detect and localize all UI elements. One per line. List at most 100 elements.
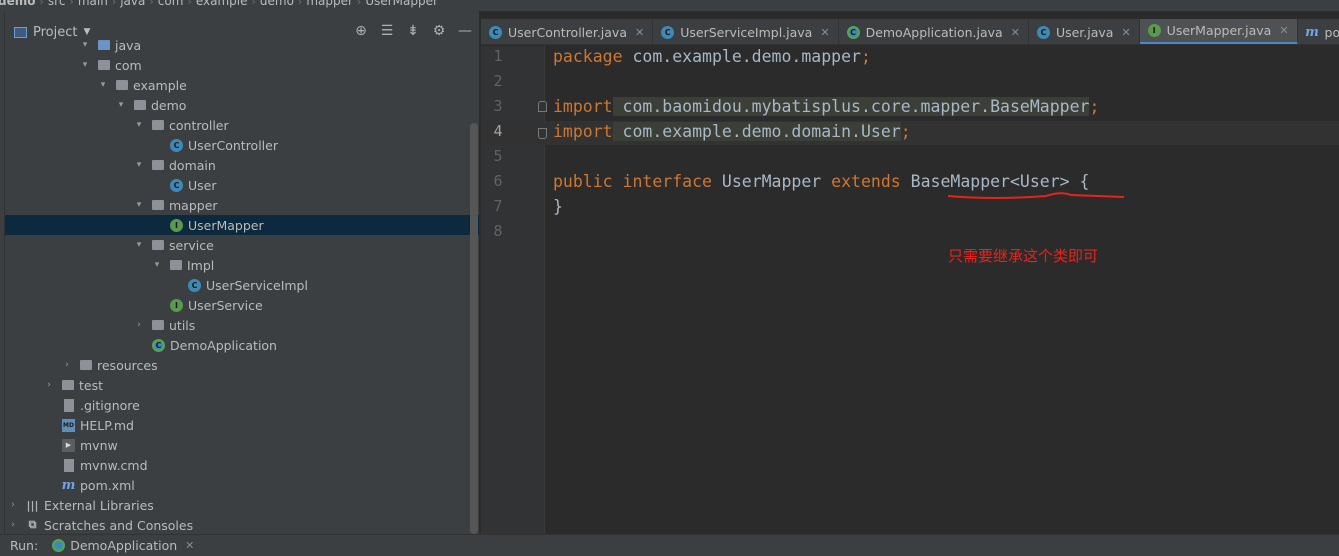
tree-item-demoapplication[interactable]: ›CDemoApplication [5,335,479,355]
breadcrumb-item[interactable]: com [158,0,184,8]
breadcrumb: demo › src › main › java › com › example › demo › mapp… [0,0,442,8]
chevron-down-icon[interactable]: ▾ [134,160,144,170]
tree-scrollbar[interactable] [470,123,478,534]
tree-item-label: UserServiceImpl [206,277,308,293]
breadcrumb-item[interactable]: src [48,0,66,8]
tab-user-java[interactable]: C User.java ✕ [1029,19,1140,44]
chevron-right-icon[interactable]: › [62,360,72,370]
close-icon[interactable]: ✕ [635,26,644,39]
tree-item-impl[interactable]: ▾ Impl [5,255,479,275]
folder-icon [152,320,164,330]
tree-item-help-md[interactable]: ›MDHELP.md [5,415,479,435]
chevron-down-icon[interactable]: ▾ [134,120,144,130]
close-icon[interactable]: ✕ [185,539,194,552]
spring-app-icon: C [152,338,165,352]
folder-icon [152,200,164,210]
tree-item-label: mvnw.cmd [80,457,148,473]
tree-item-demo[interactable]: ▾ demo [5,95,479,115]
tab-userserviceimpl-java[interactable]: C UserServiceImpl.java ✕ [653,19,839,44]
tree-item-utils[interactable]: › utils [5,315,479,335]
breadcrumb-item[interactable]: mapper [306,0,353,8]
file-icon [64,398,74,412]
tree-item-gitignore[interactable]: ›.gitignore [5,395,479,415]
fold-marker-icon[interactable] [538,128,547,139]
tree-item-service[interactable]: ▾ service [5,235,479,255]
breadcrumb-item[interactable]: demo [0,0,35,8]
folder-icon [62,380,74,390]
line-number: 3 [493,97,503,115]
tree-item-resources[interactable]: › resources [5,355,479,375]
close-icon[interactable]: ✕ [820,26,829,39]
tree-item-label: test [79,377,104,393]
tree-item-label: Impl [187,257,215,273]
tree-item-mapper[interactable]: ▾ mapper [5,195,479,215]
tree-item-label: example [133,77,187,93]
fold-marker-icon[interactable] [538,101,547,112]
library-icon: ||| [26,498,39,512]
tree-item-java[interactable]: ▾ java [5,35,479,55]
run-tab-demo-application[interactable]: DemoApplication [70,538,177,553]
chevron-right-icon[interactable]: › [44,380,54,390]
tree-item-usercontroller[interactable]: ›CUserController [5,135,479,155]
tree-item-label: .gitignore [80,397,140,413]
red-underline-annotation [947,192,1125,199]
tree-item-domain[interactable]: ▾ domain [5,155,479,175]
semicolon: ; [860,47,871,66]
code-editor[interactable] [546,46,1339,534]
line-number: 6 [493,172,503,190]
tree-item-com[interactable]: ▾ com [5,55,479,75]
chevron-down-icon[interactable]: ▾ [80,40,90,50]
tree-item-userservice[interactable]: ›IUserService [5,295,479,315]
project-panel: Project ▼ ⊕ ☰ ⇟ ⚙ — ▾ java ▾ com ▾ example ▾ de… [0,11,480,534]
chevron-down-icon[interactable]: ▾ [116,100,126,110]
tree-item-label: java [115,37,142,53]
editor-gutter [481,46,545,534]
tree-item-label: UserService [188,297,263,313]
class-icon: C [170,178,183,192]
tree-item-label: controller [169,117,229,133]
folder-icon [170,260,182,270]
breadcrumb-item[interactable]: demo [260,0,294,8]
chevron-down-icon[interactable]: ▾ [152,260,162,270]
chevron-right-icon[interactable]: › [8,500,18,510]
code-line-1: package com.example.demo.mapper; [553,47,871,66]
tab-usermapper-java[interactable]: I UserMapper.java ✕ [1139,19,1298,44]
keyword: package [553,47,623,66]
breadcrumb-item[interactable]: main [78,0,108,8]
tree-item-controller[interactable]: ▾ controller [5,115,479,135]
close-icon[interactable]: ✕ [1121,26,1130,39]
tree-item-external-libraries[interactable]: › ||| External Libraries [5,495,479,515]
tree-item-label: demo [151,97,187,113]
tree-item-mvnw[interactable]: ›▶mvnw [5,435,479,455]
breadcrumb-separator-icon: › [187,0,192,8]
close-icon[interactable]: ✕ [1279,24,1288,37]
tree-item-usermapper[interactable]: ›IUserMapper [5,215,479,235]
close-icon[interactable]: ✕ [1011,26,1020,39]
tree-item-mvnw-cmd[interactable]: ›mvnw.cmd [5,455,479,475]
breadcrumb-item[interactable]: java [120,0,145,8]
folder-icon [116,80,128,90]
tree-item-userserviceimpl[interactable]: ›CUserServiceImpl [5,275,479,295]
tree-item-pom-xml[interactable]: ›mpom.xml [5,475,479,495]
chevron-down-icon[interactable]: ▾ [134,200,144,210]
keyword: interface [622,172,712,191]
tab-label: DemoApplication.java [865,24,1003,40]
breadcrumb-item[interactable]: UserMapper [365,0,438,8]
chevron-down-icon[interactable]: ▾ [98,80,108,90]
tab-pom-xml-de[interactable]: m pom.xml (de [1298,19,1339,44]
tree-item-example[interactable]: ▾ example [5,75,479,95]
chevron-down-icon[interactable]: ▾ [134,240,144,250]
tab-label: UserController.java [508,24,627,40]
maven-icon: m [61,477,76,493]
chevron-right-icon[interactable]: › [8,520,18,530]
tab-demoapplication-java[interactable]: C DemoApplication.java ✕ [839,19,1029,44]
tree-item-user[interactable]: ›CUser [5,175,479,195]
tab-label: User.java [1055,24,1114,40]
tab-usercontroller-java[interactable]: C UserController.java ✕ [481,19,654,44]
tree-item-test[interactable]: › test [5,375,479,395]
chevron-right-icon[interactable]: › [134,320,144,330]
interface-icon: I [170,298,183,312]
chevron-down-icon[interactable]: ▾ [80,60,90,70]
breadcrumb-item[interactable]: example [196,0,248,8]
tree-item-scratches-and-consoles[interactable]: › ⧉ Scratches and Consoles [5,515,479,534]
